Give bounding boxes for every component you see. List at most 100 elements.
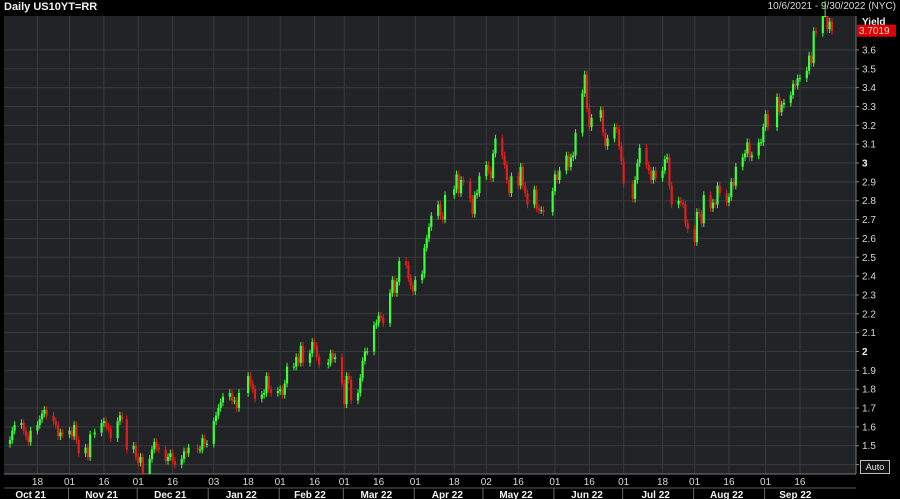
candle-body <box>828 21 831 30</box>
candle-body <box>68 430 71 435</box>
candle-body <box>791 83 795 96</box>
x-month-label: Jan 22 <box>226 490 258 499</box>
candle-body <box>824 16 827 17</box>
candle-body <box>508 179 511 194</box>
candle-body <box>77 440 80 454</box>
x-month-label: Jul 22 <box>642 490 671 499</box>
candle-body <box>27 436 30 442</box>
candle-body <box>276 391 279 393</box>
y-tick-label: 2 <box>862 347 868 358</box>
candle-body <box>830 21 834 32</box>
candle-body <box>285 366 289 384</box>
candle-body <box>540 210 543 212</box>
candle-body <box>695 212 699 243</box>
candle-body <box>340 357 344 384</box>
y-tick-label: 1.5 <box>862 441 876 452</box>
x-tick-label: 16 <box>584 477 596 488</box>
candle-body <box>505 164 508 180</box>
candle-body <box>334 357 337 360</box>
candle-body <box>748 142 751 158</box>
y-tick-label: 2.6 <box>862 234 876 245</box>
candle-body <box>331 353 334 360</box>
y-tick-label: 1.6 <box>862 422 876 433</box>
candle-body <box>569 157 573 167</box>
candle-body <box>356 392 360 401</box>
candle-body <box>173 460 176 465</box>
y-tick-label: 2.5 <box>862 253 876 264</box>
x-tick-label: 18 <box>243 477 255 488</box>
candle-body <box>109 428 112 439</box>
x-tick-label: 16 <box>98 477 110 488</box>
x-tick-label: 16 <box>513 477 525 488</box>
candlestick-chart[interactable]: 1.41.51.61.71.81.922.12.22.32.42.52.62.7… <box>0 0 900 499</box>
candle-body <box>75 424 78 441</box>
candle-body <box>398 261 401 282</box>
candle-body <box>43 409 46 414</box>
candle-body <box>654 170 657 179</box>
auto-scale-button[interactable]: Auto <box>860 460 890 474</box>
candle-body <box>693 228 696 243</box>
candle-body <box>457 174 460 194</box>
x-tick-label: 01 <box>133 477 145 488</box>
x-tick-label: 18 <box>32 477 44 488</box>
y-tick-label: 1.7 <box>862 404 876 415</box>
candle-body <box>812 31 815 64</box>
candle-body <box>494 138 497 154</box>
candle-body <box>327 362 330 365</box>
candle-body <box>826 16 829 30</box>
x-tick-label: 16 <box>309 477 321 488</box>
candle-body <box>121 415 124 420</box>
candle-body <box>661 170 664 179</box>
candle-body <box>347 375 350 380</box>
candle-body <box>425 238 428 248</box>
candle-body <box>682 202 685 205</box>
candle-body <box>297 357 300 363</box>
x-tick-label: 01 <box>275 477 287 488</box>
y-tick-label: 3.4 <box>862 83 876 94</box>
candle-body <box>59 432 62 437</box>
candle-body <box>794 83 797 86</box>
x-month-label: Dec 21 <box>154 490 187 499</box>
candle-body <box>652 170 655 180</box>
candle-body <box>382 317 385 324</box>
candle-body <box>260 394 263 399</box>
candle-body <box>73 424 76 437</box>
candle-body <box>427 227 431 239</box>
candle-body <box>535 189 538 209</box>
candle-body <box>265 375 268 393</box>
candle-body <box>439 204 442 216</box>
candle-body <box>345 375 348 405</box>
candle-body <box>36 424 39 431</box>
candle-body <box>679 200 682 203</box>
candle-body <box>716 185 719 205</box>
x-month-label: Jun 22 <box>571 490 603 499</box>
candle-body <box>253 389 257 399</box>
candle-body <box>22 423 25 431</box>
x-tick-label: 18 <box>657 477 669 488</box>
y-tick-label: 2.8 <box>862 196 876 207</box>
y-tick-label: 3.2 <box>862 121 876 132</box>
x-tick-label: 16 <box>373 477 385 488</box>
candle-body <box>116 421 119 439</box>
candle-body <box>743 153 747 158</box>
candle-body <box>201 438 204 450</box>
candle-body <box>757 142 760 156</box>
candle-body <box>198 449 202 451</box>
candle-body <box>473 195 476 214</box>
candle-body <box>308 353 312 363</box>
candle-body <box>441 215 444 220</box>
candle-body <box>668 157 671 186</box>
candle-body <box>711 202 715 209</box>
candle-body <box>233 400 236 402</box>
candle-body <box>631 183 634 199</box>
candle-body <box>613 127 616 139</box>
candle-body <box>821 16 824 33</box>
candle-body <box>377 315 380 324</box>
candle-body <box>132 445 135 450</box>
candle-body <box>407 264 410 278</box>
candle-body <box>487 164 490 171</box>
candle-body <box>789 95 792 103</box>
candle-body <box>645 147 648 165</box>
candle-body <box>283 383 286 395</box>
candle-body <box>313 342 316 346</box>
